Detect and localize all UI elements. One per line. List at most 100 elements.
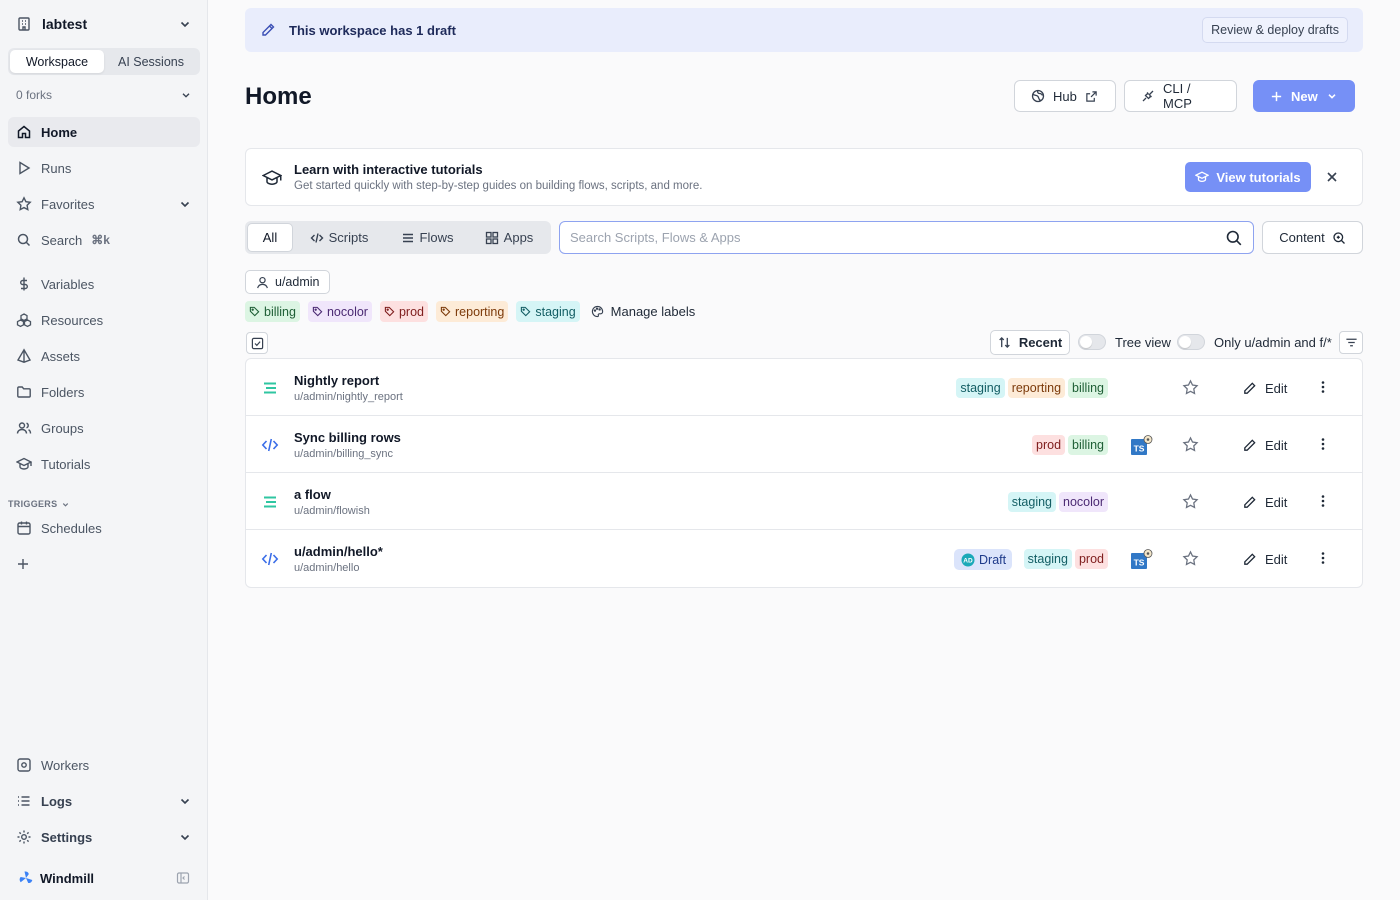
close-icon[interactable] xyxy=(1325,170,1339,184)
owner-label: u/admin xyxy=(275,275,320,289)
item-name[interactable]: a flow xyxy=(294,487,331,502)
sidebar-mode-toggle: Workspace AI Sessions xyxy=(8,48,200,75)
tag-icon xyxy=(440,306,451,317)
pencil-icon xyxy=(1242,438,1257,453)
more-options-icon[interactable] xyxy=(1315,493,1331,509)
pencil-icon xyxy=(1242,495,1257,510)
workspace-switcher[interactable]: labtest xyxy=(8,10,200,38)
sidebar-item-resources[interactable]: Resources xyxy=(8,305,200,335)
select-all-checkbox[interactable] xyxy=(246,332,268,354)
more-options-icon[interactable] xyxy=(1315,379,1331,395)
only-mine-toggle[interactable] xyxy=(1177,334,1205,350)
edit-button[interactable]: Edit xyxy=(1242,492,1287,512)
page-title: Home xyxy=(245,83,312,110)
sidebar-item-logs[interactable]: Logs xyxy=(8,786,200,816)
chevron-down-icon xyxy=(178,794,192,808)
label-badge: prod xyxy=(1074,549,1108,569)
sidebar-item-label: Tutorials xyxy=(41,456,91,472)
triggers-section-toggle[interactable]: TRIGGERS xyxy=(8,499,70,509)
search-input[interactable] xyxy=(570,230,1225,245)
tree-view-toggle[interactable] xyxy=(1078,334,1106,350)
review-deploy-drafts-button[interactable]: Review & deploy drafts xyxy=(1202,17,1348,43)
more-options-icon[interactable] xyxy=(1315,550,1331,566)
hub-button[interactable]: Hub xyxy=(1014,80,1116,112)
calendar-icon xyxy=(16,520,32,536)
edit-button[interactable]: Edit xyxy=(1242,378,1287,398)
star-icon[interactable] xyxy=(1182,436,1199,453)
label-badge: prod xyxy=(1032,435,1066,455)
label-filter-prod[interactable]: prod xyxy=(379,301,428,322)
forks-selector[interactable]: 0 forks xyxy=(8,84,200,106)
sidebar-item-home[interactable]: Home xyxy=(8,117,200,147)
sidebar-item-settings[interactable]: Settings xyxy=(8,822,200,852)
label-filter-nocolor[interactable]: nocolor xyxy=(307,301,372,322)
svg-text:TS: TS xyxy=(1134,558,1145,568)
edit-button[interactable]: Edit xyxy=(1242,549,1287,569)
mode-workspace[interactable]: Workspace xyxy=(10,50,104,73)
home-icon xyxy=(16,124,32,140)
tab-all[interactable]: All xyxy=(247,223,293,252)
gear-icon xyxy=(16,829,32,845)
label-badge: staging xyxy=(1007,492,1056,512)
code-icon xyxy=(261,436,279,454)
item-tags: staging nocolor xyxy=(1007,492,1108,512)
owner-filter-chip[interactable]: u/admin xyxy=(245,270,331,294)
label-filter-reporting[interactable]: reporting xyxy=(436,301,509,322)
draft-banner-text: This workspace has 1 draft xyxy=(289,22,456,38)
list-item[interactable]: u/admin/hello* u/admin/hello AD Draft st… xyxy=(246,530,1362,587)
forks-label: 0 forks xyxy=(16,88,53,102)
content-search-button[interactable]: Content xyxy=(1262,221,1363,254)
more-options-icon[interactable] xyxy=(1315,436,1331,452)
tab-apps[interactable]: Apps xyxy=(469,223,549,252)
filter-settings-button[interactable] xyxy=(1339,331,1363,354)
manage-labels-button[interactable]: Manage labels xyxy=(591,304,695,319)
tab-scripts[interactable]: Scripts xyxy=(293,223,385,252)
sidebar-item-workers[interactable]: Workers xyxy=(8,750,200,780)
sidebar-item-search[interactable]: Search ⌘k xyxy=(8,225,200,255)
list-item[interactable]: Sync billing rows u/admin/billing_sync p… xyxy=(246,416,1362,473)
search-icon[interactable] xyxy=(1225,229,1243,247)
globe-icon xyxy=(1031,89,1045,103)
tutorials-card: Learn with interactive tutorials Get sta… xyxy=(245,148,1363,206)
sidebar-item-assets[interactable]: Assets xyxy=(8,341,200,371)
draft-badge[interactable]: AD Draft xyxy=(954,549,1013,570)
new-button[interactable]: New xyxy=(1253,80,1355,112)
sidebar-item-variables[interactable]: Variables xyxy=(8,269,200,299)
label-filter-billing[interactable]: billing xyxy=(245,301,300,322)
item-name[interactable]: Sync billing rows xyxy=(294,430,401,445)
item-path: u/admin/nightly_report xyxy=(294,391,403,403)
users-icon xyxy=(16,420,32,436)
cli-mcp-button[interactable]: CLI / MCP xyxy=(1124,80,1237,112)
chevron-down-icon xyxy=(178,830,192,844)
chevron-down-icon xyxy=(61,500,70,509)
item-tags: staging prod xyxy=(1023,549,1108,569)
tab-flows[interactable]: Flows xyxy=(385,223,469,252)
chevron-down-icon xyxy=(178,197,192,211)
item-name[interactable]: u/admin/hello* xyxy=(294,544,383,559)
sidebar-item-groups[interactable]: Groups xyxy=(8,413,200,443)
sidebar-item-tutorials[interactable]: Tutorials xyxy=(8,449,200,479)
sidebar-item-label: Settings xyxy=(41,829,93,845)
sidebar-item-favorites[interactable]: Favorites xyxy=(8,189,200,219)
label-badge: billing xyxy=(1068,435,1108,455)
sort-button[interactable]: Recent xyxy=(990,330,1070,355)
star-icon[interactable] xyxy=(1182,550,1199,567)
list-item[interactable]: Nightly report u/admin/nightly_report st… xyxy=(246,359,1362,416)
collapse-sidebar-icon[interactable] xyxy=(176,871,190,885)
sidebar-item-runs[interactable]: Runs xyxy=(8,153,200,183)
sidebar-item-schedules[interactable]: Schedules xyxy=(8,513,200,543)
label-badge: nocolor xyxy=(1059,492,1108,512)
label-filters: billing nocolor prod reporting staging M… xyxy=(245,301,695,322)
user-icon xyxy=(256,276,269,289)
item-name[interactable]: Nightly report xyxy=(294,373,379,388)
view-tutorials-button[interactable]: View tutorials xyxy=(1185,162,1311,192)
content-label: Content xyxy=(1279,230,1325,245)
mode-ai-sessions[interactable]: AI Sessions xyxy=(104,50,198,73)
star-icon[interactable] xyxy=(1182,493,1199,510)
sidebar-item-folders[interactable]: Folders xyxy=(8,377,200,407)
list-item[interactable]: a flow u/admin/flowish staging nocolor E… xyxy=(246,473,1362,530)
add-trigger-button[interactable] xyxy=(16,557,30,571)
label-filter-staging[interactable]: staging xyxy=(516,301,580,322)
edit-button[interactable]: Edit xyxy=(1242,435,1287,455)
star-icon[interactable] xyxy=(1182,379,1199,396)
